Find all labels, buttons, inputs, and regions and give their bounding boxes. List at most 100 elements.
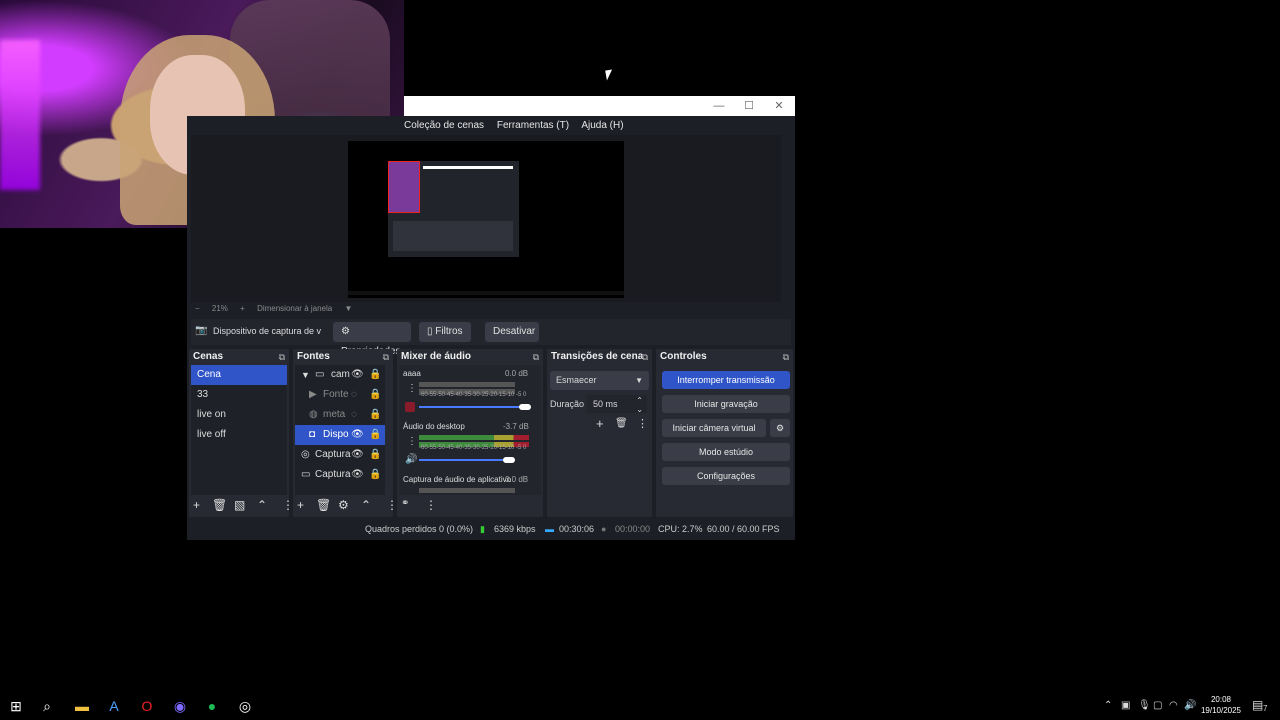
move-up-icon[interactable]: ⌃ bbox=[361, 498, 371, 512]
virtual-cam-button[interactable]: Iniciar câmera virtual bbox=[662, 419, 766, 437]
channel-name: aaaa bbox=[403, 369, 421, 378]
chevron-down-icon[interactable]: ▼ bbox=[344, 304, 352, 313]
system-clock[interactable]: 20:08 19/10/2025 bbox=[1196, 694, 1246, 716]
float-icon[interactable]: ⧉ bbox=[383, 349, 389, 365]
speaker-icon[interactable]: 🔊 bbox=[405, 454, 417, 465]
lock-icon[interactable]: 🔒 bbox=[369, 385, 381, 405]
camera-icon: 📷 bbox=[195, 325, 208, 336]
lock-icon[interactable]: 🔒 bbox=[369, 425, 381, 445]
scene-item[interactable]: Cena bbox=[191, 365, 287, 385]
play-icon: ▶ bbox=[309, 389, 317, 400]
volume-slider[interactable] bbox=[419, 459, 513, 461]
network-icon[interactable]: ▣ bbox=[1121, 700, 1130, 711]
duration-stepper[interactable]: 50 ms ⌃ ⌄ bbox=[587, 395, 647, 414]
add-icon[interactable]: + bbox=[596, 416, 604, 431]
gear-icon[interactable]: ⚙ bbox=[338, 498, 349, 512]
mic-icon[interactable]: 🎙 bbox=[1138, 700, 1151, 711]
eye-hidden-icon[interactable]: ◌ bbox=[351, 405, 357, 425]
zoom-in-button[interactable]: + bbox=[240, 304, 245, 313]
gear-icon[interactable]: ⚙ bbox=[770, 419, 790, 437]
record-icon: ● bbox=[601, 524, 607, 534]
lock-icon[interactable]: 🔒 bbox=[369, 365, 381, 385]
scene-item[interactable]: live off bbox=[191, 425, 287, 445]
volume-icon[interactable]: 🔊 bbox=[1184, 700, 1196, 711]
trash-icon[interactable]: 🗑 bbox=[615, 418, 628, 429]
obs-icon[interactable]: ◎ bbox=[237, 698, 253, 714]
float-icon[interactable]: ⧉ bbox=[279, 349, 285, 365]
transitions-dock: Transições de cena ⧉ Esmaecer ▼ Duração 5… bbox=[547, 349, 652, 517]
expand-icon[interactable]: ▼ bbox=[301, 365, 310, 385]
source-item[interactable]: ▭ Captura 👁 🔒 bbox=[295, 465, 385, 485]
selected-source-box[interactable] bbox=[388, 161, 420, 213]
muted-speaker-icon[interactable] bbox=[405, 402, 415, 412]
opera-icon[interactable]: O bbox=[139, 698, 155, 714]
wifi-icon[interactable]: ◠ bbox=[1169, 700, 1178, 711]
lock-icon[interactable]: 🔒 bbox=[369, 465, 381, 485]
mixer-title-text: Mixer de áudio bbox=[401, 351, 472, 362]
volume-knob[interactable] bbox=[503, 457, 515, 463]
file-explorer-icon[interactable]: ▬ bbox=[74, 698, 90, 714]
disable-button[interactable]: Desativar bbox=[485, 322, 539, 342]
volume-slider[interactable] bbox=[419, 406, 529, 408]
eye-icon[interactable]: 👁 bbox=[351, 445, 364, 465]
trash-icon[interactable]: 🗑 bbox=[212, 498, 227, 512]
meter-scale: -60-55-50-45-40-35-30-25-20-15-10 -5 0 bbox=[419, 445, 527, 451]
float-icon[interactable]: ⧉ bbox=[783, 349, 789, 365]
add-icon[interactable]: + bbox=[297, 498, 304, 512]
move-up-icon[interactable]: ⌃ bbox=[257, 498, 267, 512]
close-button[interactable]: ✕ bbox=[764, 96, 794, 116]
preview-canvas[interactable] bbox=[348, 141, 624, 298]
source-item[interactable]: ◎ Captura 👁 🔒 bbox=[295, 445, 385, 465]
float-icon[interactable]: ⧉ bbox=[533, 349, 539, 365]
start-record-button[interactable]: Iniciar gravação bbox=[662, 395, 790, 413]
menu-tools[interactable]: Ferramentas (T) bbox=[497, 120, 569, 131]
lock-icon[interactable]: 🔒 bbox=[369, 445, 381, 465]
stop-stream-button[interactable]: Interromper transmissão bbox=[662, 371, 790, 389]
zoom-out-button[interactable]: − bbox=[195, 304, 200, 313]
windows-start-icon[interactable]: ⊞ bbox=[8, 698, 24, 714]
menu-bar: Coleção de cenas Ferramentas (T) Ajuda (… bbox=[404, 116, 634, 135]
eye-icon[interactable]: 👁 bbox=[351, 365, 364, 385]
more-icon[interactable]: ⋮ bbox=[425, 498, 437, 512]
properties-button[interactable]: ⚙ Propriedades bbox=[333, 322, 411, 357]
window-titlebar[interactable]: — ☐ ✕ bbox=[404, 96, 795, 116]
more-icon[interactable]: ⋮ bbox=[407, 383, 417, 394]
source-item-selected[interactable]: ◘ Dispo 👁 🔒 bbox=[295, 425, 385, 445]
notification-icon[interactable]: ▤ bbox=[1252, 698, 1263, 712]
app-a-icon[interactable]: A bbox=[106, 698, 122, 714]
volume-knob[interactable] bbox=[519, 404, 531, 410]
discord-icon[interactable]: ◉ bbox=[172, 698, 188, 714]
eye-icon[interactable]: 👁 bbox=[351, 465, 364, 485]
settings-button[interactable]: Configurações bbox=[662, 467, 790, 485]
transition-select[interactable]: Esmaecer ▼ bbox=[550, 371, 649, 390]
more-icon[interactable]: ⋮ bbox=[637, 417, 648, 430]
scene-item[interactable]: live on bbox=[191, 405, 287, 425]
source-item[interactable]: ▶ Fonte ◌ 🔒 bbox=[295, 385, 385, 405]
minimize-button[interactable]: — bbox=[704, 96, 734, 116]
eye-icon[interactable]: 👁 bbox=[351, 425, 364, 445]
chevron-up-icon[interactable]: ⌃ bbox=[1104, 700, 1112, 711]
filter-icon[interactable]: ▧ bbox=[234, 498, 245, 512]
source-item[interactable]: ▼ ▭ cam 👁 🔒 bbox=[295, 365, 385, 385]
add-icon[interactable]: + bbox=[193, 498, 200, 512]
lock-icon[interactable]: 🔒 bbox=[369, 405, 381, 425]
spotify-icon[interactable]: ● bbox=[204, 698, 220, 714]
eye-hidden-icon[interactable]: ◌ bbox=[351, 385, 357, 405]
display-icon[interactable]: ▢ bbox=[1153, 700, 1162, 711]
studio-mode-button[interactable]: Modo estúdio bbox=[662, 443, 790, 461]
link-icon[interactable]: ⚭ bbox=[401, 498, 409, 509]
scene-item[interactable]: 33 bbox=[191, 385, 287, 405]
nested-docks bbox=[393, 221, 513, 251]
maximize-button[interactable]: ☐ bbox=[734, 96, 764, 116]
search-icon[interactable]: ⌕ bbox=[39, 698, 55, 714]
cpu-usage: CPU: 2.7% bbox=[658, 524, 703, 534]
source-item[interactable]: ◍ meta ◌ 🔒 bbox=[295, 405, 385, 425]
filters-button[interactable]: ▯ Filtros bbox=[419, 322, 471, 342]
stream-icon: ▬ bbox=[545, 524, 554, 534]
more-icon[interactable]: ⋮ bbox=[407, 436, 417, 447]
fit-window-label[interactable]: Dimensionar à janela bbox=[257, 304, 332, 313]
float-icon[interactable]: ⧉ bbox=[642, 349, 648, 365]
menu-help[interactable]: Ajuda (H) bbox=[581, 120, 623, 131]
menu-scene-collection[interactable]: Coleção de cenas bbox=[404, 120, 484, 131]
trash-icon[interactable]: 🗑 bbox=[316, 498, 331, 512]
